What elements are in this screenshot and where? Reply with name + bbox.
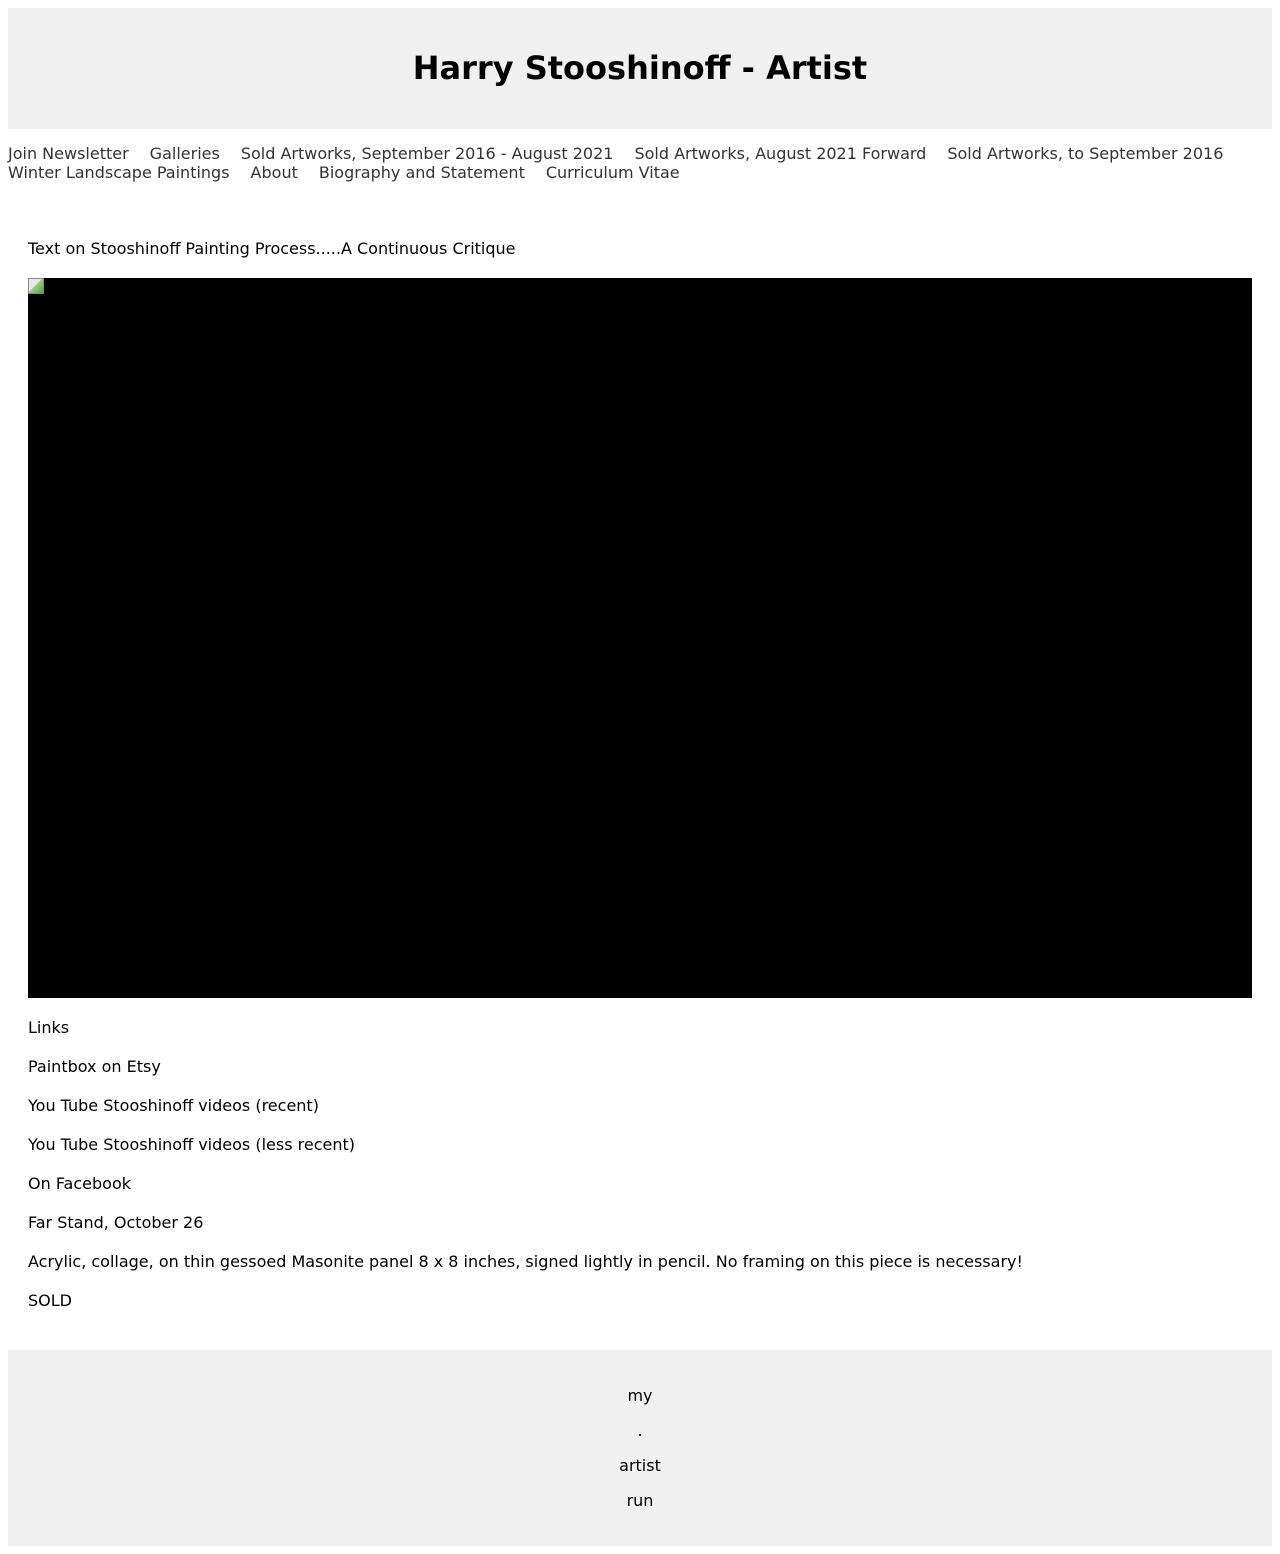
nav-link-sold-to-2016[interactable]: Sold Artworks, to September 2016 <box>947 144 1223 163</box>
nav-row-2: Winter Landscape Paintings About Biography… <box>8 163 1272 182</box>
nav-link-cv[interactable]: Curriculum Vitae <box>546 163 680 182</box>
link-facebook[interactable]: On Facebook <box>28 1174 131 1193</box>
footer-dot: . <box>637 1421 643 1440</box>
nav-link-about[interactable]: About <box>251 163 298 182</box>
footer-link-artist[interactable]: artist <box>619 1456 661 1475</box>
links-section: Links Paintbox on Etsy You Tube Stooshin… <box>28 1018 1252 1330</box>
main-nav: Join Newsletter Galleries Sold Artworks, S… <box>8 144 1272 182</box>
artwork-status: SOLD <box>28 1291 72 1310</box>
footer-word-artist[interactable]: artist <box>8 1456 1272 1475</box>
link-youtube-less-recent[interactable]: You Tube Stooshinoff videos (less recent… <box>28 1135 355 1154</box>
nav-link-biography[interactable]: Biography and Statement <box>319 163 525 182</box>
nav-link-galleries[interactable]: Galleries <box>150 144 220 163</box>
site-footer: my . artist run <box>8 1350 1272 1546</box>
site-header: Harry Stooshinoff - Artist <box>8 8 1272 129</box>
nav-link-sold-2016-2021[interactable]: Sold Artworks, September 2016 - August 2… <box>241 144 614 163</box>
link-youtube-recent[interactable]: You Tube Stooshinoff videos (recent) <box>28 1096 319 1115</box>
artwork-description: Acrylic, collage, on thin gessoed Masoni… <box>28 1252 1023 1271</box>
footer-link-run[interactable]: run <box>627 1491 654 1510</box>
link-paintbox-etsy[interactable]: Paintbox on Etsy <box>28 1057 161 1076</box>
nav-link-join-newsletter[interactable]: Join Newsletter <box>8 144 129 163</box>
links-heading: Links <box>28 1018 70 1037</box>
artwork-title: Far Stand, October 26 <box>28 1213 204 1232</box>
site-title: Harry Stooshinoff - Artist <box>412 49 868 87</box>
artwork-image <box>28 278 1252 998</box>
nav-row-1: Join Newsletter Galleries Sold Artworks, S… <box>8 144 1272 163</box>
footer-word-my[interactable]: my <box>8 1386 1272 1405</box>
footer-word-run[interactable]: run <box>8 1491 1272 1510</box>
nav-link-sold-2021-forward[interactable]: Sold Artworks, August 2021 Forward <box>634 144 926 163</box>
nav-link-winter-landscapes[interactable]: Winter Landscape Paintings <box>8 163 230 182</box>
painting-process-link[interactable]: Text on Stooshinoff Painting Process....… <box>28 239 1252 258</box>
footer-link-my[interactable]: my <box>627 1386 652 1405</box>
broken-image-icon <box>28 278 44 294</box>
